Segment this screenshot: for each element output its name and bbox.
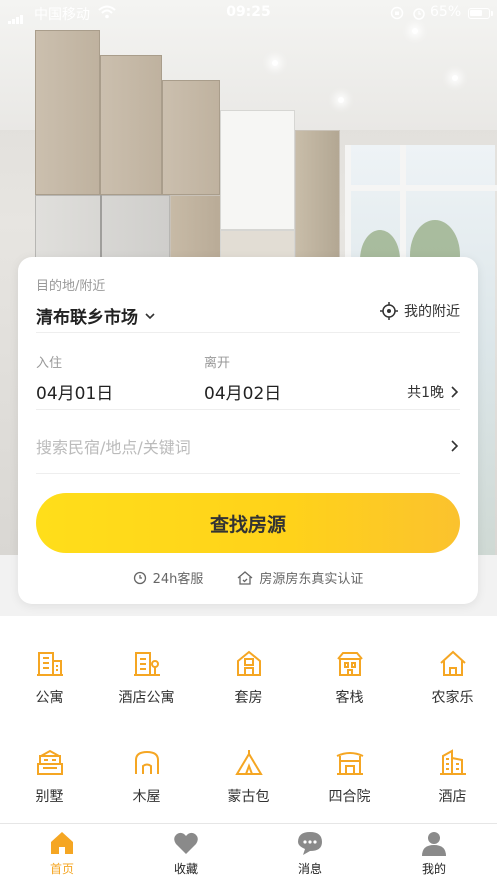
category-suite[interactable]: 套房 (199, 649, 298, 707)
search-card: 目的地/附近 清布联乡市场 我的附近 入住 04月01日 离开 04月02日 共… (18, 257, 478, 604)
destination-selector[interactable]: 清布联乡市场 (36, 303, 156, 328)
chevron-right-icon (451, 386, 459, 398)
category-label: 木屋 (132, 789, 161, 805)
rotation-lock-icon (390, 6, 404, 20)
find-listings-button[interactable]: 查找房源 (36, 493, 460, 553)
category-label: 农家乐 (431, 690, 474, 706)
category-hotel[interactable]: 酒店 (403, 748, 497, 806)
checkin-label: 入住 (36, 356, 63, 371)
category-hotel-apartment[interactable]: 酒店公寓 (97, 649, 196, 707)
courtyard-icon (336, 752, 363, 775)
heart-icon (174, 832, 198, 854)
battery-percent: 65% (430, 4, 462, 20)
destination-label: 目的地/附近 (36, 279, 106, 294)
yurt-icon (234, 750, 263, 775)
verify-badge: 房源房东真实认证 (237, 568, 363, 587)
chevron-right-icon (451, 440, 459, 452)
category-label: 别墅 (35, 789, 64, 805)
locate-icon (380, 302, 398, 320)
alarm-icon (413, 8, 425, 20)
category-farmhouse[interactable]: 农家乐 (403, 649, 497, 707)
tab-label: 消息 (297, 862, 322, 876)
apartment-icon (36, 652, 63, 676)
cabin-icon (134, 750, 159, 774)
nights-selector[interactable]: 共1晚 (407, 382, 460, 402)
category-cabin[interactable]: 木屋 (97, 748, 196, 806)
category-label: 套房 (234, 690, 263, 706)
keyword-search[interactable]: 搜索民宿/地点/关键词 (36, 427, 460, 465)
category-inn[interactable]: 客栈 (300, 649, 399, 707)
service-label: 24h客服 (152, 572, 204, 587)
checkout-label: 离开 (204, 356, 231, 371)
category-label: 四合院 (328, 789, 371, 805)
villa-icon (36, 749, 63, 775)
tab-label: 我的 (421, 862, 446, 876)
category-label: 蒙古包 (227, 789, 270, 805)
nights-count: 共1晚 (407, 385, 444, 401)
category-label: 酒店 (438, 789, 467, 805)
category-yurt[interactable]: 蒙古包 (199, 748, 298, 806)
checkout-date[interactable]: 04月02日 (204, 379, 281, 404)
checkin-date[interactable]: 04月01日 (36, 379, 113, 404)
verify-label: 房源房东真实认证 (259, 572, 364, 587)
hotel-apartment-icon (133, 652, 160, 676)
home-icon (51, 832, 73, 854)
category-grid: 公寓 酒店公寓 套房 客栈 农家乐 别墅 木屋 蒙古包 四合院 酒店 (0, 616, 497, 823)
category-label: 公寓 (35, 690, 64, 706)
category-label: 客栈 (335, 690, 364, 706)
inn-icon (336, 652, 363, 676)
category-label: 酒店公寓 (118, 690, 175, 706)
trust-badges: 24h客服 房源房东真实认证 (18, 568, 478, 587)
category-courtyard[interactable]: 四合院 (300, 748, 399, 806)
tab-messages[interactable]: 消息 (270, 830, 350, 877)
tab-profile[interactable]: 我的 (394, 830, 474, 877)
tab-home[interactable]: 首页 (22, 830, 102, 877)
message-icon (298, 832, 322, 855)
headset-clock-icon (133, 571, 146, 584)
bottom-tab-bar: 首页 收藏 消息 我的 (0, 823, 497, 883)
keyword-placeholder: 搜索民宿/地点/关键词 (36, 438, 191, 457)
status-bar: 中国移动 09:25 65% (0, 0, 497, 26)
tab-label: 收藏 (173, 862, 198, 876)
chevron-down-icon (145, 312, 155, 319)
house-check-icon (237, 570, 253, 585)
tab-label: 首页 (49, 862, 74, 876)
nearby-label: 我的附近 (404, 304, 460, 320)
suite-icon (236, 650, 261, 676)
category-villa[interactable]: 别墅 (0, 748, 99, 806)
nearby-button[interactable]: 我的附近 (380, 301, 460, 321)
tab-favorites[interactable]: 收藏 (146, 830, 226, 877)
destination-value: 清布联乡市场 (36, 308, 138, 328)
service-badge: 24h客服 (133, 568, 204, 587)
hotel-icon (439, 749, 466, 775)
battery-icon (468, 8, 490, 19)
user-icon (422, 832, 446, 856)
category-apartment[interactable]: 公寓 (0, 649, 99, 707)
farmhouse-icon (439, 650, 466, 676)
